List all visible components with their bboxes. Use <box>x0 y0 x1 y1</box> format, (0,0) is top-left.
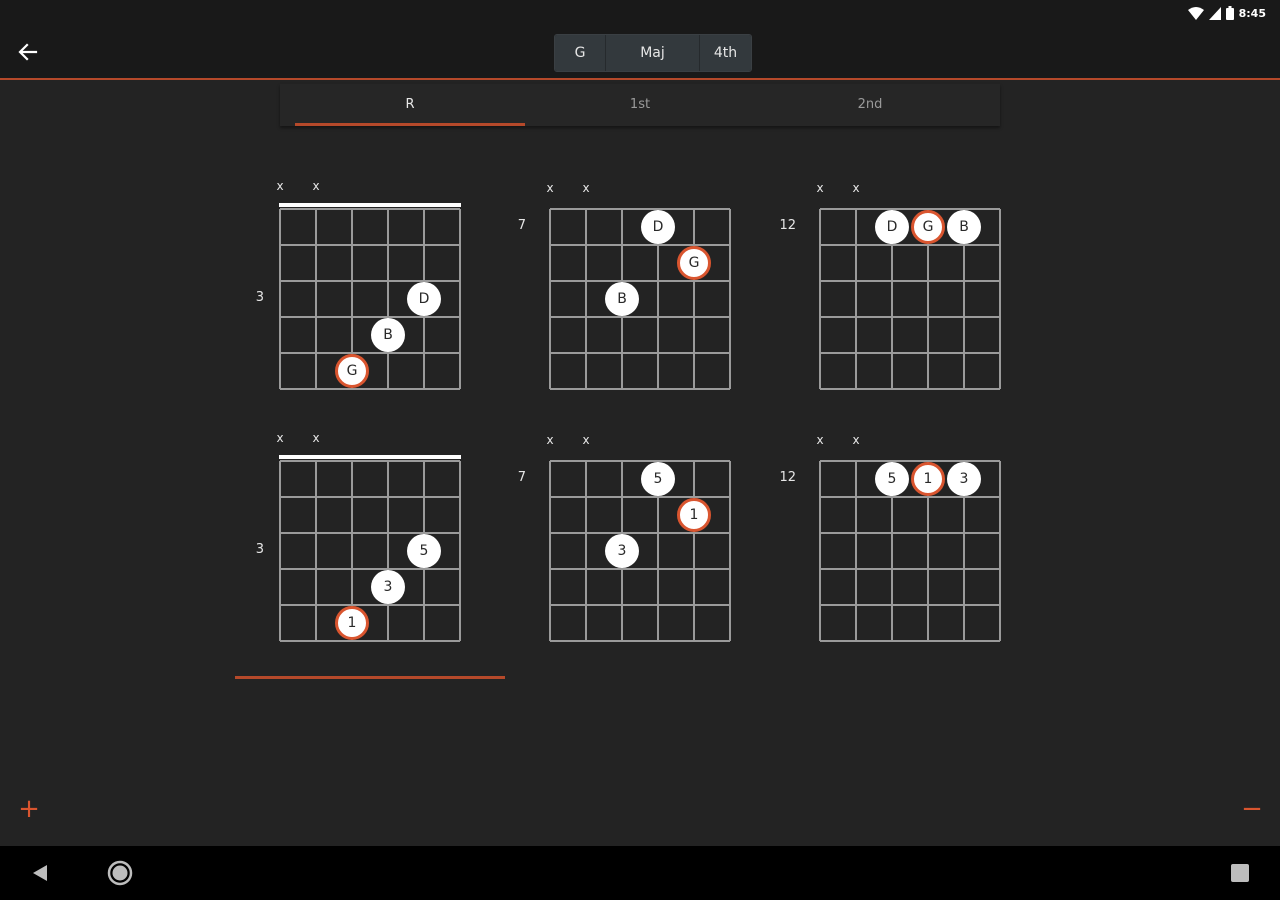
chord-quality-selector-button[interactable]: Maj <box>606 35 700 71</box>
muted-string-marker: x <box>546 181 554 195</box>
muted-string-marker: x <box>582 433 590 447</box>
zoom-in-button[interactable]: + <box>14 794 44 824</box>
active-tab-indicator <box>295 123 525 126</box>
root-note-dot[interactable]: 1 <box>677 498 711 532</box>
note-dot[interactable]: 5 <box>875 462 909 496</box>
status-bar: 8:45 <box>0 0 1280 26</box>
status-icons: 8:45 <box>1187 5 1266 21</box>
muted-string-marker: x <box>312 431 320 445</box>
note-dot[interactable]: D <box>875 210 909 244</box>
root-note-dot[interactable]: G <box>677 246 711 280</box>
muted-string-marker: x <box>852 433 860 447</box>
plus-icon: + <box>18 794 40 824</box>
app-bar: G Maj 4th <box>0 26 1280 80</box>
muted-string-marker: x <box>852 181 860 195</box>
note-dot[interactable]: D <box>407 282 441 316</box>
root-note-dot[interactable]: G <box>911 210 945 244</box>
muted-string-marker: x <box>582 181 590 195</box>
nav-home-button[interactable] <box>104 858 136 888</box>
fret-position-label: 12 <box>779 470 796 485</box>
zoom-out-button[interactable]: − <box>1237 794 1267 824</box>
nav-recents-button[interactable] <box>1226 859 1254 887</box>
muted-string-marker: x <box>816 181 824 195</box>
nav-back-button[interactable] <box>26 860 54 886</box>
circle-home-icon <box>107 860 133 886</box>
battery-icon <box>1225 6 1234 20</box>
muted-string-marker: x <box>546 433 554 447</box>
note-dot[interactable]: 3 <box>947 462 981 496</box>
nut <box>279 455 461 459</box>
fret-position-label: 3 <box>255 542 264 557</box>
status-time: 8:45 <box>1238 6 1266 20</box>
fretboard-grid <box>549 208 731 390</box>
arrow-left-icon <box>18 43 38 61</box>
root-note-dot[interactable]: 1 <box>911 462 945 496</box>
key-selector-button[interactable]: G <box>555 35 606 71</box>
note-dot[interactable]: B <box>371 318 405 352</box>
square-recents-icon <box>1231 864 1249 882</box>
back-button[interactable] <box>12 38 44 66</box>
muted-string-marker: x <box>312 179 320 193</box>
tab-second-inversion[interactable]: 2nd <box>755 84 985 124</box>
cell-signal-icon <box>1208 6 1221 20</box>
tab-first-inversion[interactable]: 1st <box>525 84 755 124</box>
note-dot[interactable]: 3 <box>605 534 639 568</box>
wifi-icon <box>1187 6 1204 20</box>
note-dot[interactable]: D <box>641 210 675 244</box>
fret-position-label: 7 <box>517 218 526 233</box>
note-dot[interactable]: 5 <box>407 534 441 568</box>
chord-selector: G Maj 4th <box>554 34 752 72</box>
muted-string-marker: x <box>276 179 284 193</box>
string-set-selector-button[interactable]: 4th <box>700 35 751 71</box>
system-navigation-bar <box>0 846 1280 900</box>
muted-string-marker: x <box>276 431 284 445</box>
nut <box>279 203 461 207</box>
fretboard-grid <box>549 460 731 642</box>
note-dot[interactable]: B <box>605 282 639 316</box>
note-dot[interactable]: 3 <box>371 570 405 604</box>
note-dot[interactable]: 5 <box>641 462 675 496</box>
inversion-tab-bar: R 1st 2nd <box>280 84 1000 126</box>
fret-position-label: 3 <box>255 290 264 305</box>
muted-string-marker: x <box>816 433 824 447</box>
minus-icon: − <box>1241 794 1263 824</box>
root-note-dot[interactable]: G <box>335 354 369 388</box>
fret-position-label: 7 <box>517 470 526 485</box>
note-dot[interactable]: B <box>947 210 981 244</box>
fret-position-label: 12 <box>779 218 796 233</box>
triangle-back-icon <box>33 865 47 881</box>
section-divider <box>235 676 505 679</box>
tab-root[interactable]: R <box>295 84 525 124</box>
root-note-dot[interactable]: 1 <box>335 606 369 640</box>
